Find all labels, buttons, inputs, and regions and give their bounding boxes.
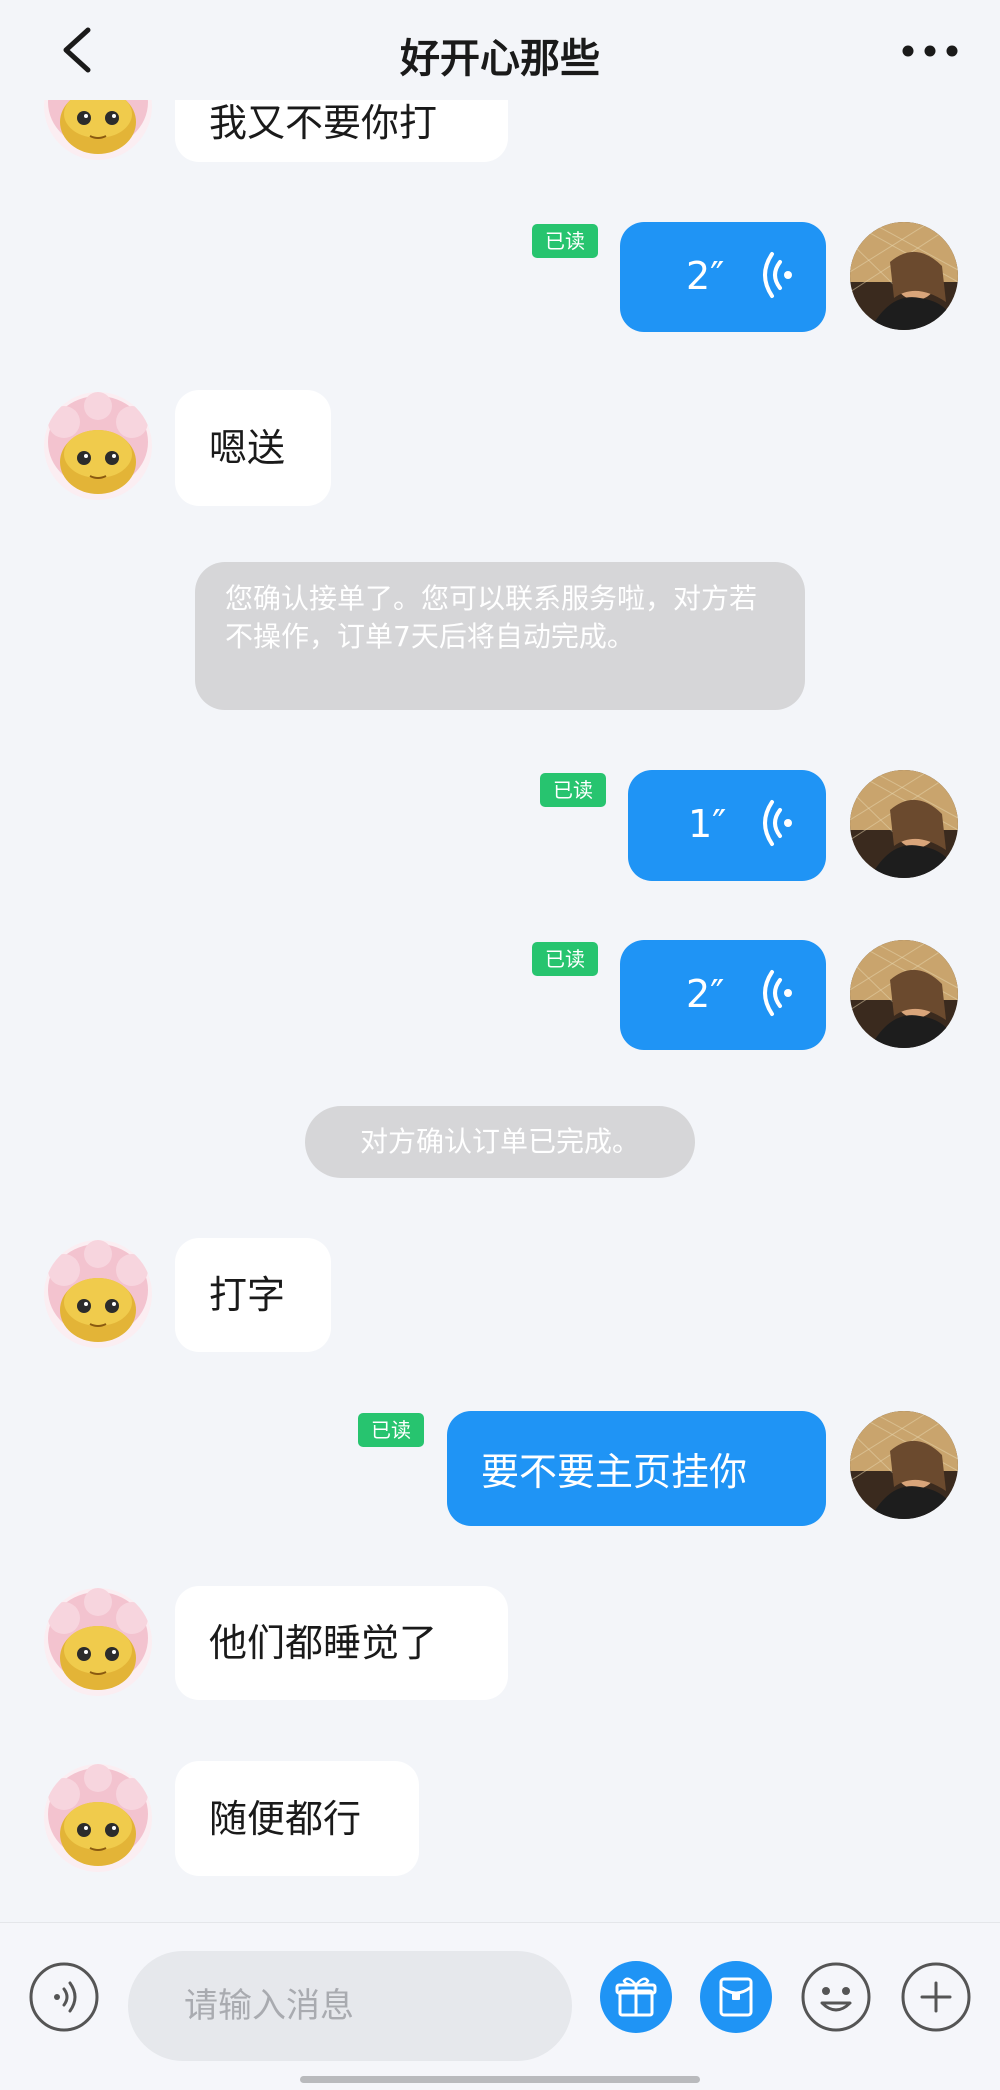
more-icon[interactable]	[900, 36, 960, 66]
voice-wave-icon	[763, 800, 794, 846]
voice-duration: 2″	[686, 972, 725, 1016]
avatar-other[interactable]	[44, 392, 152, 500]
read-badge: 已读	[540, 773, 606, 807]
voice-duration: 2″	[686, 254, 725, 298]
message-bubble-incoming[interactable]: 嗯送	[175, 390, 331, 506]
voice-wave-icon	[763, 252, 794, 298]
avatar-self[interactable]	[850, 770, 958, 878]
voice-message-bubble[interactable]: 2″	[620, 940, 826, 1050]
message-input[interactable]	[128, 1951, 572, 2061]
message-bubble-incoming[interactable]: 打字	[175, 1238, 331, 1352]
read-badge: 已读	[532, 942, 598, 976]
message-bubble-incoming[interactable]: 他们都睡觉了	[175, 1586, 508, 1700]
plus-icon[interactable]	[900, 1961, 972, 2033]
voice-message-bubble[interactable]: 1″	[628, 770, 826, 881]
system-message-text: 您确认接单了。您可以联系服务啦，对方若不操作，订单7天后将自动完成。	[225, 582, 758, 653]
avatar-other[interactable]	[44, 1240, 152, 1348]
system-message-text: 对方确认订单已完成。	[359, 1125, 640, 1158]
voice-wave-icon	[763, 970, 794, 1016]
message-text: 打字	[209, 1273, 286, 1317]
voice-message-bubble[interactable]: 2″	[620, 222, 826, 332]
avatar-self[interactable]	[850, 1411, 958, 1519]
home-indicator	[300, 2076, 700, 2083]
voice-duration: 1″	[688, 802, 727, 846]
read-badge: 已读	[532, 224, 598, 258]
avatar-self[interactable]	[850, 940, 958, 1048]
avatar-other[interactable]	[44, 1588, 152, 1696]
red-packet-icon[interactable]	[700, 1961, 772, 2033]
system-message: 对方确认订单已完成。	[305, 1106, 695, 1178]
avatar-self[interactable]	[850, 222, 958, 330]
message-text: 他们都睡觉了	[209, 1621, 438, 1665]
message-text: 随便都行	[209, 1796, 362, 1841]
read-badge: 已读	[358, 1413, 424, 1447]
message-text: 我又不要你打	[209, 101, 438, 145]
emoji-icon[interactable]	[800, 1961, 872, 2033]
gift-icon[interactable]	[600, 1961, 672, 2033]
chat-header: 好开心那些	[0, 0, 1000, 100]
message-composer	[0, 1922, 1000, 2090]
message-text: 要不要主页挂你	[481, 1450, 748, 1494]
message-bubble-outgoing[interactable]: 要不要主页挂你	[447, 1411, 826, 1526]
message-text: 嗯送	[209, 426, 286, 470]
page-title: 好开心那些	[400, 36, 600, 82]
voice-toggle-icon[interactable]	[28, 1961, 100, 2033]
system-message: 您确认接单了。您可以联系服务啦，对方若不操作，订单7天后将自动完成。	[195, 562, 805, 710]
avatar-other[interactable]	[44, 1764, 152, 1872]
message-bubble-incoming[interactable]: 随便都行	[175, 1761, 419, 1876]
